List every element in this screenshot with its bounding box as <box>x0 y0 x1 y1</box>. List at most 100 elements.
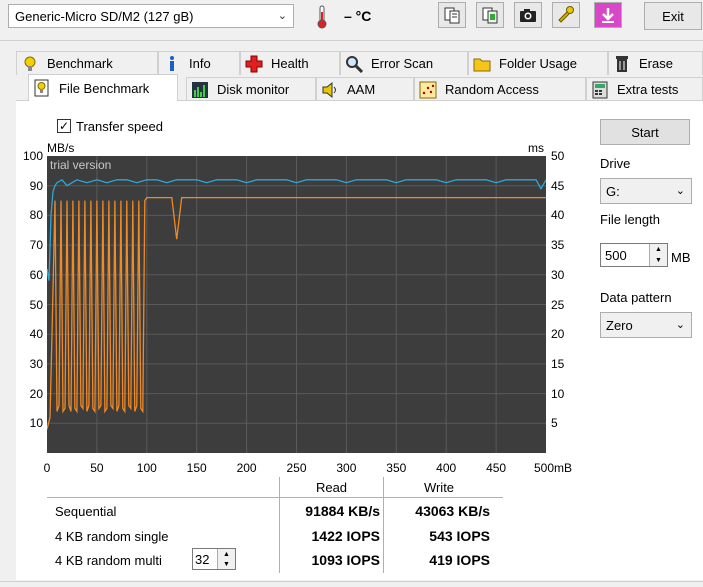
chart-bars-icon <box>191 81 209 99</box>
arrow-down-icon[interactable]: ▼ <box>655 257 662 264</box>
exit-button[interactable]: Exit <box>644 2 702 30</box>
y-tick-right: 40 <box>551 208 565 223</box>
data-pattern-select[interactable]: Zero ⌄ <box>600 312 692 338</box>
row-label-sequential: Sequential <box>55 504 117 519</box>
column-header-write: Write <box>423 480 455 495</box>
tab-random-access[interactable]: Random Access <box>414 77 586 101</box>
start-button[interactable]: Start <box>600 119 690 145</box>
file-length-stepper[interactable]: 500 ▲ ▼ <box>600 243 668 267</box>
spin-buttons[interactable]: ▲ ▼ <box>217 549 235 569</box>
tab-disk-monitor[interactable]: Disk monitor <box>186 77 316 101</box>
y-tick-right: 30 <box>551 267 565 282</box>
x-tick: 100 <box>136 461 157 475</box>
tab-extra-tests[interactable]: Extra tests <box>586 77 703 101</box>
x-tick: 50 <box>90 461 104 475</box>
x-tick: 350 <box>386 461 407 475</box>
y-tick-right: 15 <box>551 356 565 371</box>
thermometer-icon <box>314 5 330 29</box>
y-tick-right: 5 <box>551 416 558 431</box>
sequential-write-value: 43063 KB/s <box>415 503 490 519</box>
tab-folder-usage[interactable]: Folder Usage <box>468 51 608 75</box>
spin-buttons[interactable]: ▲ ▼ <box>649 244 667 266</box>
x-tick: 450 <box>486 461 507 475</box>
y-tick-left: 90 <box>29 178 43 193</box>
x-tick: 0 <box>43 461 51 475</box>
trash-icon <box>613 55 631 73</box>
data-pattern-label: Data pattern <box>600 290 672 305</box>
red-cross-icon <box>245 55 263 73</box>
tab-label: Error Scan <box>371 56 434 71</box>
wrench-icon <box>558 6 574 23</box>
tab-erase[interactable]: Erase <box>608 51 703 75</box>
tab-info[interactable]: Info <box>158 51 240 75</box>
file-benchmark-icon <box>33 79 51 97</box>
lightbulb-icon <box>21 55 39 73</box>
screenshot-button[interactable] <box>514 2 542 28</box>
toolbar-separator <box>0 40 703 41</box>
tab-label: Folder Usage <box>499 56 578 71</box>
y-tick-left: 40 <box>29 327 43 342</box>
copy-image-icon <box>482 7 498 24</box>
save-button[interactable] <box>594 2 622 28</box>
drive-label: Drive <box>600 156 631 171</box>
queue-depth-value: 32 <box>195 551 210 567</box>
chart-svg <box>46 156 547 453</box>
chevron-down-icon: ⌄ <box>277 10 287 22</box>
data-pattern-value: Zero <box>606 317 633 333</box>
folder-icon <box>473 55 491 73</box>
camera-icon <box>520 9 536 22</box>
4kb-multi-read-value: 1093 IOPS <box>311 552 381 568</box>
transfer-speed-checkbox[interactable]: ✓ <box>57 119 71 133</box>
queue-depth-stepper[interactable]: 32 ▲ ▼ <box>192 548 236 570</box>
checkmark-icon: ✓ <box>58 119 70 133</box>
y-tick-right: 50 <box>551 149 565 163</box>
speaker-icon <box>321 81 339 99</box>
arrow-up-icon[interactable]: ▲ <box>223 551 230 558</box>
file-length-label: File length <box>600 212 660 227</box>
tab-label: Health <box>271 56 309 71</box>
arrow-down-icon[interactable]: ▼ <box>223 561 230 568</box>
y-tick-left: 20 <box>29 386 43 401</box>
temperature-readout: – °C <box>344 8 372 24</box>
tab-aam[interactable]: AAM <box>316 77 414 101</box>
tab-health[interactable]: Health <box>240 51 340 75</box>
column-header-read: Read <box>315 480 348 495</box>
options-button[interactable] <box>552 2 580 28</box>
chevron-down-icon: ⌄ <box>675 185 685 197</box>
x-tick: 500mB <box>534 461 573 475</box>
tab-benchmark[interactable]: Benchmark <box>16 51 158 75</box>
y-tick-right: 20 <box>551 327 565 342</box>
copy-image-button[interactable] <box>476 2 504 28</box>
drive-selector[interactable]: Generic-Micro SD/M2 (127 gB) ⌄ <box>8 4 294 28</box>
y-tick-right: 25 <box>551 297 565 312</box>
tab-label: File Benchmark <box>59 80 150 96</box>
copy-text-button[interactable] <box>438 2 466 28</box>
y-tick-left: 60 <box>29 267 43 282</box>
arrow-up-icon[interactable]: ▲ <box>655 246 662 253</box>
start-button-label: Start <box>631 124 659 140</box>
drive-selector-value: Generic-Micro SD/M2 (127 gB) <box>15 8 194 24</box>
drive-select-value: G: <box>606 183 620 199</box>
y-tick-left: 80 <box>29 208 43 223</box>
table-divider <box>47 497 503 498</box>
drive-select[interactable]: G: ⌄ <box>600 178 692 204</box>
chevron-down-icon: ⌄ <box>675 319 685 331</box>
calculator-icon <box>591 81 609 99</box>
x-tick: 200 <box>236 461 257 475</box>
exit-button-label: Exit <box>662 8 684 24</box>
tab-label: Info <box>189 56 211 71</box>
4kb-single-write-value: 543 IOPS <box>429 528 490 544</box>
bottom-separator <box>0 581 703 582</box>
tab-error-scan[interactable]: Error Scan <box>340 51 468 75</box>
tab-label: Erase <box>639 56 673 71</box>
x-tick: 400 <box>436 461 457 475</box>
y-tick-left: 10 <box>29 416 43 431</box>
magnifier-icon <box>345 55 364 73</box>
arrow-down-icon <box>602 8 614 23</box>
tab-label: Benchmark <box>47 56 113 71</box>
x-tick: 250 <box>286 461 307 475</box>
tab-file-benchmark[interactable]: File Benchmark <box>28 74 178 101</box>
4kb-single-read-value: 1422 IOPS <box>311 528 381 544</box>
scatter-icon <box>419 81 437 99</box>
y-tick-left: 30 <box>29 356 43 371</box>
